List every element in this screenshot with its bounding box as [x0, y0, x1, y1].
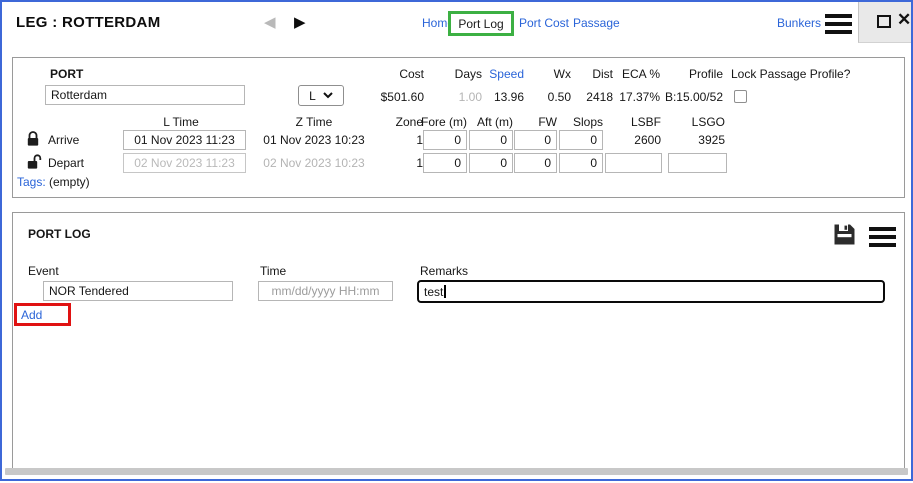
line-select[interactable]: L	[298, 85, 344, 106]
depart-zone-value: 1	[379, 156, 423, 170]
lock-open-icon	[26, 154, 42, 170]
text-cursor	[444, 285, 446, 298]
window-controls: ✕	[858, 2, 913, 43]
maximize-button[interactable]	[877, 15, 891, 28]
port-section-label: PORT	[50, 67, 83, 81]
save-icon	[833, 223, 856, 246]
lock-passage-profile-header: Lock Passage Profile?	[731, 67, 850, 81]
remarks-value: test	[424, 285, 443, 299]
port-panel: PORT L Cost Days Speed Wx Dist ECA % Pro…	[12, 57, 905, 198]
depart-label: Depart	[48, 156, 84, 170]
horizontal-scrollbar[interactable]	[5, 468, 908, 475]
profile-value: B:15.00/52	[653, 90, 723, 104]
leg-window: LEG : ROTTERDAM ◀ ▶ Home Port Log Port C…	[0, 0, 913, 481]
remarks-input[interactable]: test	[417, 280, 885, 303]
tags-link[interactable]: Tags:	[17, 175, 46, 189]
eca-header: ECA %	[590, 67, 660, 81]
depart-ztime-value: 02 Nov 2023 10:23	[258, 156, 370, 170]
arrive-lsbf-value: 2600	[603, 133, 661, 147]
time-input[interactable]	[258, 281, 393, 301]
depart-ltime-input[interactable]	[123, 153, 246, 173]
annotation-green-box: Port Log	[448, 11, 514, 36]
arrive-slops-input[interactable]	[559, 130, 603, 150]
save-button[interactable]	[833, 223, 856, 246]
slops-header: Slops	[547, 115, 603, 129]
arrive-lsgo-value: 3925	[667, 133, 725, 147]
arrive-fw-input[interactable]	[514, 130, 557, 150]
annotation-red-box: Add	[14, 303, 71, 326]
back-arrow-button[interactable]: ◀	[264, 15, 276, 30]
depart-lsbf-input[interactable]	[605, 153, 662, 173]
depart-lsgo-input[interactable]	[668, 153, 727, 173]
depart-fore-input[interactable]	[423, 153, 467, 173]
depart-slops-input[interactable]	[559, 153, 603, 173]
hamburger-icon	[869, 227, 896, 231]
add-link[interactable]: Add	[21, 308, 42, 322]
eca-value: 17.37%	[590, 90, 660, 104]
chevron-down-icon	[323, 92, 333, 99]
lsgo-header: LSGO	[667, 115, 725, 129]
hamburger-icon	[825, 14, 852, 18]
page-title: LEG : ROTTERDAM	[16, 14, 161, 31]
port-log-panel: PORT LOG Event Time Remarks test Add	[12, 212, 905, 469]
time-label: Time	[260, 264, 286, 278]
event-label: Event	[28, 264, 59, 278]
event-input[interactable]	[43, 281, 233, 301]
menu-button[interactable]	[825, 14, 852, 34]
arrive-label: Arrive	[48, 133, 79, 147]
close-button[interactable]: ✕	[897, 10, 911, 30]
tags-value: (empty)	[49, 175, 90, 189]
lock-passage-profile-checkbox[interactable]	[734, 90, 747, 103]
nav-link-port-log[interactable]: Port Log	[458, 17, 503, 31]
ztime-header: Z Time	[258, 115, 370, 129]
line-select-value: L	[309, 89, 316, 103]
nav-link-passage[interactable]: Passage	[573, 16, 620, 30]
arrive-fore-input[interactable]	[423, 130, 467, 150]
forward-arrow-button[interactable]: ▶	[294, 15, 306, 30]
port-log-section-label: PORT LOG	[28, 227, 91, 241]
depart-fw-input[interactable]	[514, 153, 557, 173]
profile-header: Profile	[653, 67, 723, 81]
port-name-input[interactable]	[45, 85, 245, 105]
depart-aft-input[interactable]	[469, 153, 513, 173]
nav-link-port-cost[interactable]: Port Cost	[519, 16, 569, 30]
arrive-zone-value: 1	[379, 133, 423, 147]
port-log-menu-button[interactable]	[869, 227, 896, 247]
arrive-aft-input[interactable]	[469, 130, 513, 150]
arrive-ztime-value: 01 Nov 2023 10:23	[258, 133, 370, 147]
lock-closed-icon	[26, 131, 40, 147]
remarks-label: Remarks	[420, 264, 468, 278]
lsbf-header: LSBF	[603, 115, 661, 129]
arrive-ltime-input[interactable]	[123, 130, 246, 150]
nav-link-bunkers[interactable]: Bunkers	[777, 16, 821, 30]
ltime-header: L Time	[108, 115, 254, 129]
